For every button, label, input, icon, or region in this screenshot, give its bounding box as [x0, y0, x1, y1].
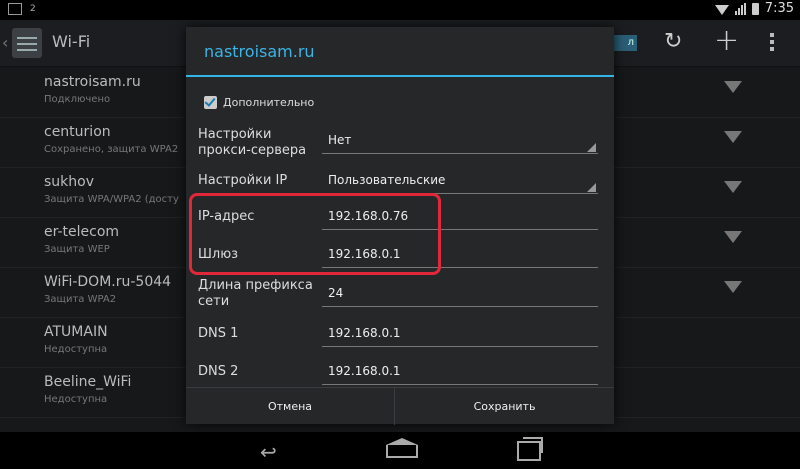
picture-notification-icon: [8, 3, 22, 15]
wifi-signal-icon: [724, 131, 742, 143]
network-name: er-telecom: [44, 224, 120, 240]
spinner-arrow-icon: [587, 143, 596, 152]
signal-icon: [734, 2, 746, 15]
page-title: Wi-Fi: [52, 32, 91, 51]
network-name: nastroisam.ru: [44, 74, 141, 90]
dns1-value: 192.168.0.1: [328, 326, 401, 340]
back-icon[interactable]: ↩: [260, 440, 277, 464]
add-network-icon[interactable]: +: [714, 26, 739, 56]
clock: 7:35: [764, 1, 794, 16]
status-bar: 2 7:35: [0, 0, 800, 20]
scan-icon[interactable]: ↻: [664, 31, 686, 53]
ip-gateway-highlight: [189, 193, 441, 275]
title-divider: [186, 75, 614, 77]
prefix-length-field[interactable]: 24: [322, 282, 598, 307]
wifi-status-icon: [714, 4, 729, 15]
network-status: Защита WEP: [44, 244, 110, 255]
proxy-label: Настройки прокси-сервера: [198, 127, 307, 158]
settings-app-icon[interactable]: [12, 28, 42, 58]
notification-area: 2: [8, 3, 36, 15]
system-icons: 7:35: [714, 1, 794, 16]
wifi-signal-icon: [724, 181, 742, 193]
network-name: WiFi-DOM.ru-5044: [44, 274, 172, 290]
advanced-label: Дополнительно: [223, 96, 315, 109]
dialog-buttons: Отмена Сохранить: [186, 387, 614, 425]
network-name: centurion: [44, 124, 111, 140]
ip-settings-label: Настройки IP: [198, 173, 288, 188]
battery-icon: [751, 2, 759, 15]
prefix-length-label: Длина префикса сети: [198, 278, 313, 309]
network-name: sukhov: [44, 174, 94, 190]
navigation-bar: ↩: [0, 432, 800, 469]
wifi-signal-icon: [724, 281, 742, 293]
network-status: Сохранено, защита WPA2: [44, 144, 179, 155]
home-icon[interactable]: [386, 438, 418, 458]
network-name: Beeline_WiFi: [44, 374, 132, 390]
advanced-options-checkbox[interactable]: Дополнительно: [204, 96, 314, 109]
network-status: Защита WPA/WPA2 (досту: [44, 194, 179, 205]
up-caret-icon[interactable]: ‹: [2, 33, 8, 52]
prefix-length-value: 24: [328, 286, 344, 300]
network-status: Недоступна: [44, 394, 108, 405]
proxy-value: Нет: [328, 133, 352, 147]
proxy-spinner[interactable]: Нет: [322, 129, 598, 154]
cancel-button[interactable]: Отмена: [186, 388, 395, 425]
checkbox-checked-icon[interactable]: [204, 96, 217, 109]
overflow-menu-icon[interactable]: [770, 33, 774, 54]
wifi-signal-icon: [724, 231, 742, 243]
dns1-field[interactable]: 192.168.0.1: [322, 322, 598, 347]
network-name: ATUMAIN: [44, 324, 108, 340]
save-button[interactable]: Сохранить: [395, 388, 614, 425]
dns2-value: 192.168.0.1: [328, 364, 401, 378]
wifi-signal-icon: [724, 81, 742, 93]
notification-count: 2: [30, 4, 36, 14]
dns2-label: DNS 2: [198, 364, 239, 379]
recent-apps-icon[interactable]: [517, 437, 543, 461]
dns2-field[interactable]: 192.168.0.1: [322, 360, 598, 385]
ip-settings-spinner[interactable]: Пользовательские: [322, 169, 598, 194]
ip-settings-value: Пользовательские: [328, 173, 446, 187]
wifi-toggle[interactable]: л: [612, 35, 637, 51]
network-status: Недоступна: [44, 344, 108, 355]
network-status: Подключено: [44, 94, 111, 105]
spinner-arrow-icon: [587, 183, 596, 192]
dns1-label: DNS 1: [198, 326, 239, 341]
dialog-title: nastroisam.ru: [204, 42, 315, 61]
network-status: Защита WPA2: [44, 294, 117, 305]
